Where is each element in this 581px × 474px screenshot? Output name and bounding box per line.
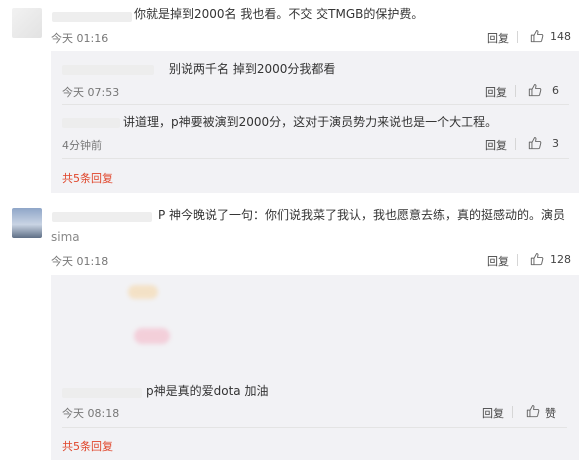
divider [517,254,518,266]
divider [512,406,513,418]
thumbs-up-icon[interactable] [530,252,544,266]
reply-username-blurred[interactable] [62,65,154,75]
reply-time: 今天 08:18 [62,407,120,420]
reply-list [51,275,579,460]
thumbs-up-icon[interactable] [526,404,540,418]
reply-text: 别说两千名 掉到2000分我都看 [169,62,336,76]
comment-time: 今天 01:18 [51,255,109,268]
reply-username-blurred[interactable] [62,388,142,398]
expand-replies-link[interactable]: 共5条回复 [62,170,113,186]
divider [62,104,569,105]
reply-button[interactable]: 回复 [485,137,507,153]
username-blurred[interactable] [52,212,152,222]
comment-text: P 神今晚说了一句：你们说我菜了我认，我也愿意去练，真的挺感动的。演员 [158,208,566,222]
divider [517,31,518,43]
reply-text: p神是真的爱dota 加油 [146,384,269,398]
thumbs-up-icon[interactable] [528,83,542,97]
divider [62,158,569,159]
reply-button[interactable]: 回复 [482,405,504,421]
sticker-image [134,328,170,344]
reply-username-blurred[interactable] [62,118,120,128]
sticker-image [128,285,158,299]
expand-replies-link[interactable]: 共5条回复 [62,438,113,454]
reply-button[interactable]: 回复 [485,84,507,100]
divider [62,427,567,428]
thumbs-up-icon[interactable] [528,136,542,150]
comment-text: 你就是掉到2000名 我也看。不交 交TMGB的保护费。 [134,7,424,21]
username-blurred[interactable] [52,12,132,22]
like-count: 128 [550,253,571,266]
reply-button[interactable]: 回复 [487,30,509,46]
reply-button[interactable]: 回复 [487,253,509,269]
like-label: 赞 [545,407,556,420]
comment-text: sima [51,230,80,244]
reply-time: 4分钟前 [62,139,102,152]
like-count: 3 [552,137,559,150]
like-count: 148 [550,30,571,43]
reply-time: 今天 07:53 [62,86,120,99]
thumbs-up-icon[interactable] [530,29,544,43]
divider [515,138,516,150]
avatar[interactable] [12,208,42,238]
reply-text: 讲道理，p神要被演到2000分，这对于演员势力来说也是一个大工程。 [123,115,498,129]
comment-time: 今天 01:16 [51,32,109,45]
divider [515,85,516,97]
avatar[interactable] [12,8,42,38]
like-count: 6 [552,84,559,97]
